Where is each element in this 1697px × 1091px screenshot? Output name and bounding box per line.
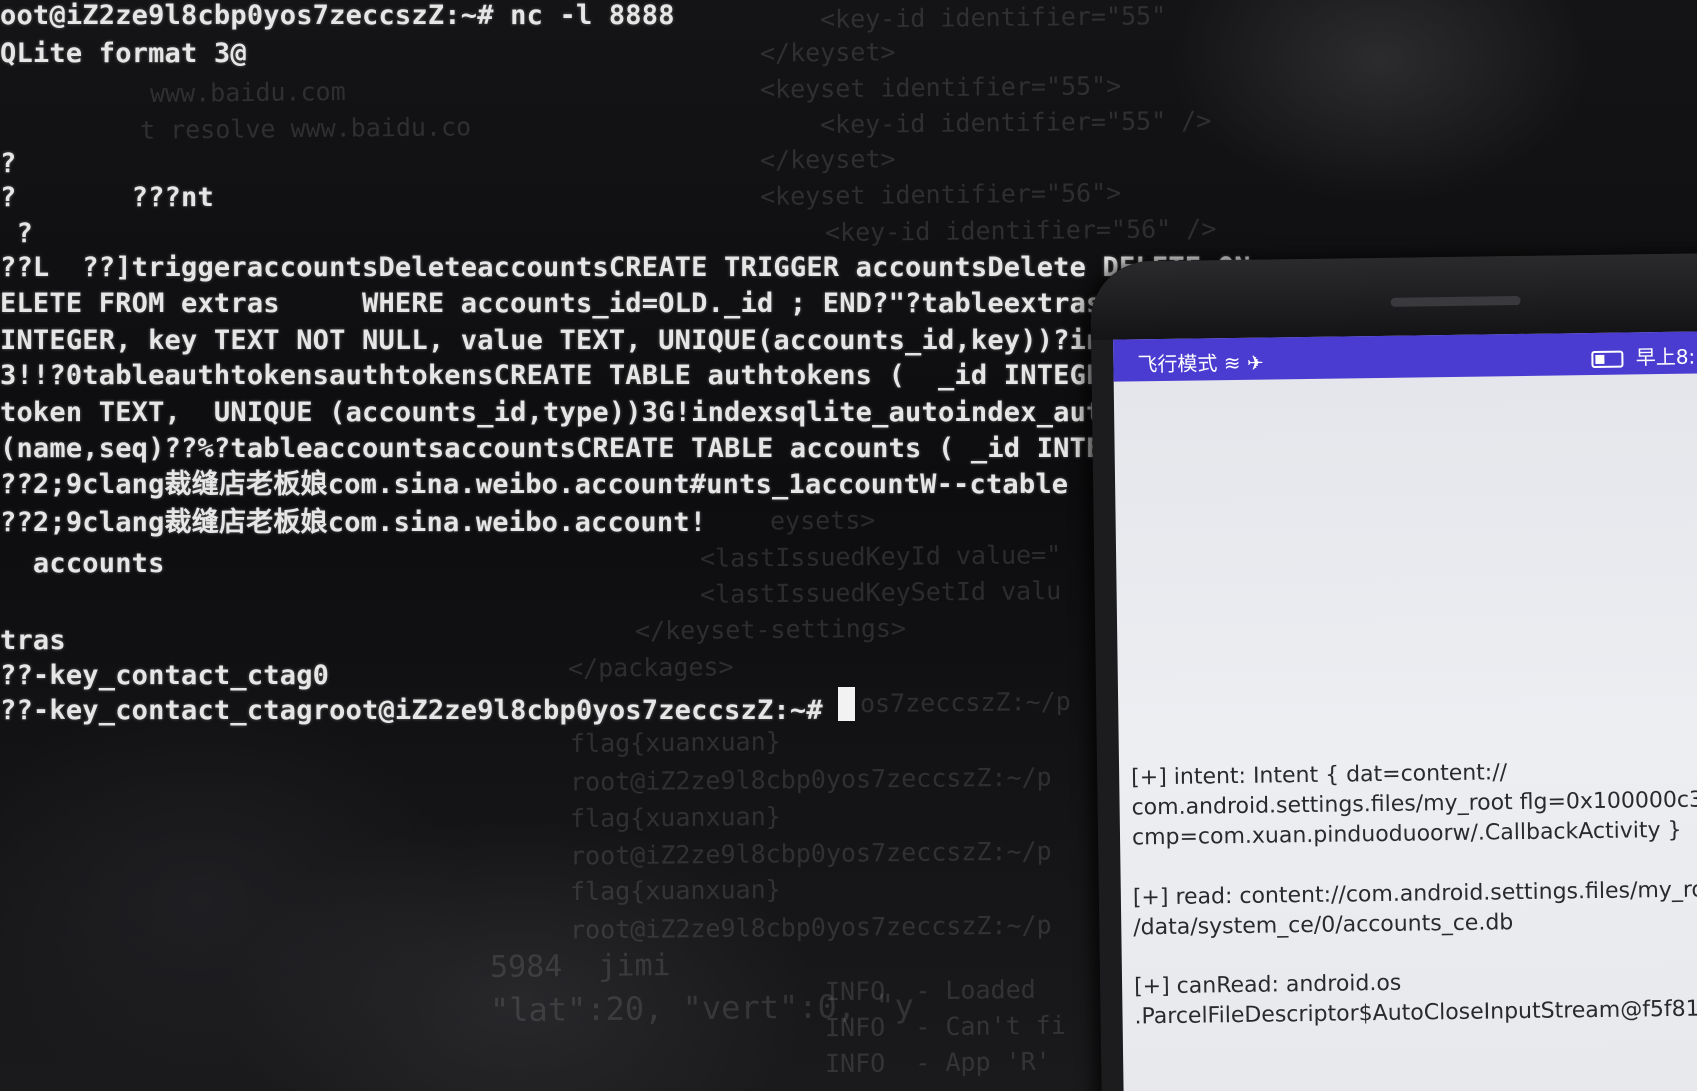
- terminal-line: ??-key_contact_ctag0: [0, 660, 330, 691]
- status-right: 早上8:: [1591, 341, 1695, 371]
- log-line: cmp=com.xuan.pinduoduoorw/.CallbackActiv…: [1131, 817, 1682, 851]
- reflection-text: <keyset identifier="56">: [759, 178, 1122, 211]
- terminal-line: ? ???nt: [0, 182, 214, 213]
- reflection-text: flag{xuanxuan}: [569, 874, 781, 907]
- terminal-line: oot@iZ2ze9l8cbp0yos7zeccszZ:~# nc -l 888…: [0, 0, 675, 31]
- terminal-line: token TEXT, UNIQUE (accounts_id,type))3G…: [0, 397, 1119, 428]
- reflection-text: <lastIssuedKeySetId valu: [699, 576, 1062, 609]
- terminal-cursor: [838, 687, 855, 721]
- reflection-text: root@iZ2ze9l8cbp0yos7zeccszZ:~/p: [569, 836, 1052, 871]
- wifi-icon: ≋: [1223, 350, 1241, 376]
- terminal-line: accounts: [0, 548, 165, 579]
- reflection-text: </keyset>: [759, 37, 896, 68]
- reflection-text: INFO - Loaded: [824, 974, 1036, 1007]
- reflection-text: </keyset>: [759, 144, 896, 175]
- log-line: .ParcelFileDescriptor$AutoCloseInputStre…: [1134, 996, 1697, 1030]
- reflection-text: <key-id identifier="56" />: [824, 213, 1217, 248]
- airplane-mode-label: 飞行模式: [1137, 351, 1218, 377]
- terminal-prompt-line: ??-key_contact_ctagroot@iZ2ze9l8cbp0yos7…: [0, 695, 823, 726]
- status-time: 早上8:: [1635, 344, 1696, 370]
- reflection-text: </packages>: [567, 652, 734, 683]
- reflection-text: eysets>: [769, 505, 876, 536]
- reflection-text: flag{xuanxuan}: [569, 801, 781, 834]
- reflection-text: os7zeccszZ:~/p: [859, 686, 1071, 719]
- terminal-line: ??L ??]triggeraccountsDeleteaccountsCREA…: [0, 252, 1251, 283]
- phone-screen: 飞行模式 ≋ ✈ 早上8: [+] intent: Intent { dat=c…: [1113, 330, 1697, 1091]
- reflection-text: root@iZ2ze9l8cbp0yos7zeccszZ:~/p: [569, 762, 1052, 797]
- log-line: [+] canRead: android.os: [1133, 970, 1402, 1000]
- reflection-text: INFO - Can't fi: [824, 1010, 1066, 1043]
- status-left: 飞行模式 ≋ ✈: [1137, 347, 1264, 378]
- terminal-line: INTEGER, key TEXT NOT NULL, value TEXT, …: [0, 325, 1119, 356]
- reflection-text: </keyset-settings>: [634, 613, 907, 646]
- status-bar: 飞行模式 ≋ ✈ 早上8:: [1113, 330, 1697, 382]
- reflection-text: www.baidu.com: [149, 76, 346, 109]
- log-line: [+] read: content://com.android.settings…: [1132, 877, 1697, 911]
- terminal-line: tras: [0, 625, 66, 656]
- photo-background: <key-id identifier="55" </keyset> <keyse…: [0, 0, 1697, 1091]
- phone-device: 飞行模式 ≋ ✈ 早上8: [+] intent: Intent { dat=c…: [1090, 253, 1697, 1091]
- reflection-text: <lastIssuedKeyId value=": [699, 540, 1062, 573]
- terminal-line: ?: [0, 218, 33, 249]
- terminal-line: ??2;9clang裁缝店老板娘com.sina.weibo.account#u…: [0, 469, 1069, 500]
- terminal-line: 3!!?0tableauthtokensauthtokensCREATE TAB…: [0, 360, 1119, 391]
- log-line: /data/system_ce/0/accounts_ce.db: [1133, 910, 1514, 941]
- terminal-line: QLite format 3@: [0, 38, 247, 69]
- reflection-text: <keyset identifier="55">: [759, 71, 1122, 104]
- reflection-text: 5984 jimi: [489, 948, 671, 985]
- reflection-text: root@iZ2ze9l8cbp0yos7zeccszZ:~/p: [569, 910, 1052, 945]
- terminal-line: (name,seq)??%?tableaccountsaccountsCREAT…: [0, 433, 1136, 464]
- phone-bezel: [1090, 253, 1697, 340]
- reflection-text: <key-id identifier="55": [819, 1, 1167, 34]
- terminal-line: ELETE FROM extras WHERE accounts_id=OLD.…: [0, 288, 1119, 319]
- terminal-line: ??2;9clang裁缝店老板娘com.sina.weibo.account!: [0, 507, 707, 538]
- reflection-text: INFO - App 'R': [824, 1046, 1051, 1079]
- terminal-line: ?: [0, 148, 17, 179]
- speaker-grille: [1390, 295, 1521, 307]
- log-line: [+] intent: Intent { dat=content://: [1131, 760, 1508, 791]
- log-line: com.android.settings.files/my_root flg=0…: [1131, 787, 1697, 821]
- reflection-text: <key-id identifier="55" />: [819, 105, 1212, 140]
- reflection-text: flag{xuanxuan}: [569, 726, 781, 759]
- reflection-text: t resolve www.baidu.co: [139, 112, 472, 145]
- battery-icon: [1591, 350, 1624, 369]
- airplane-icon: ✈: [1246, 350, 1264, 375]
